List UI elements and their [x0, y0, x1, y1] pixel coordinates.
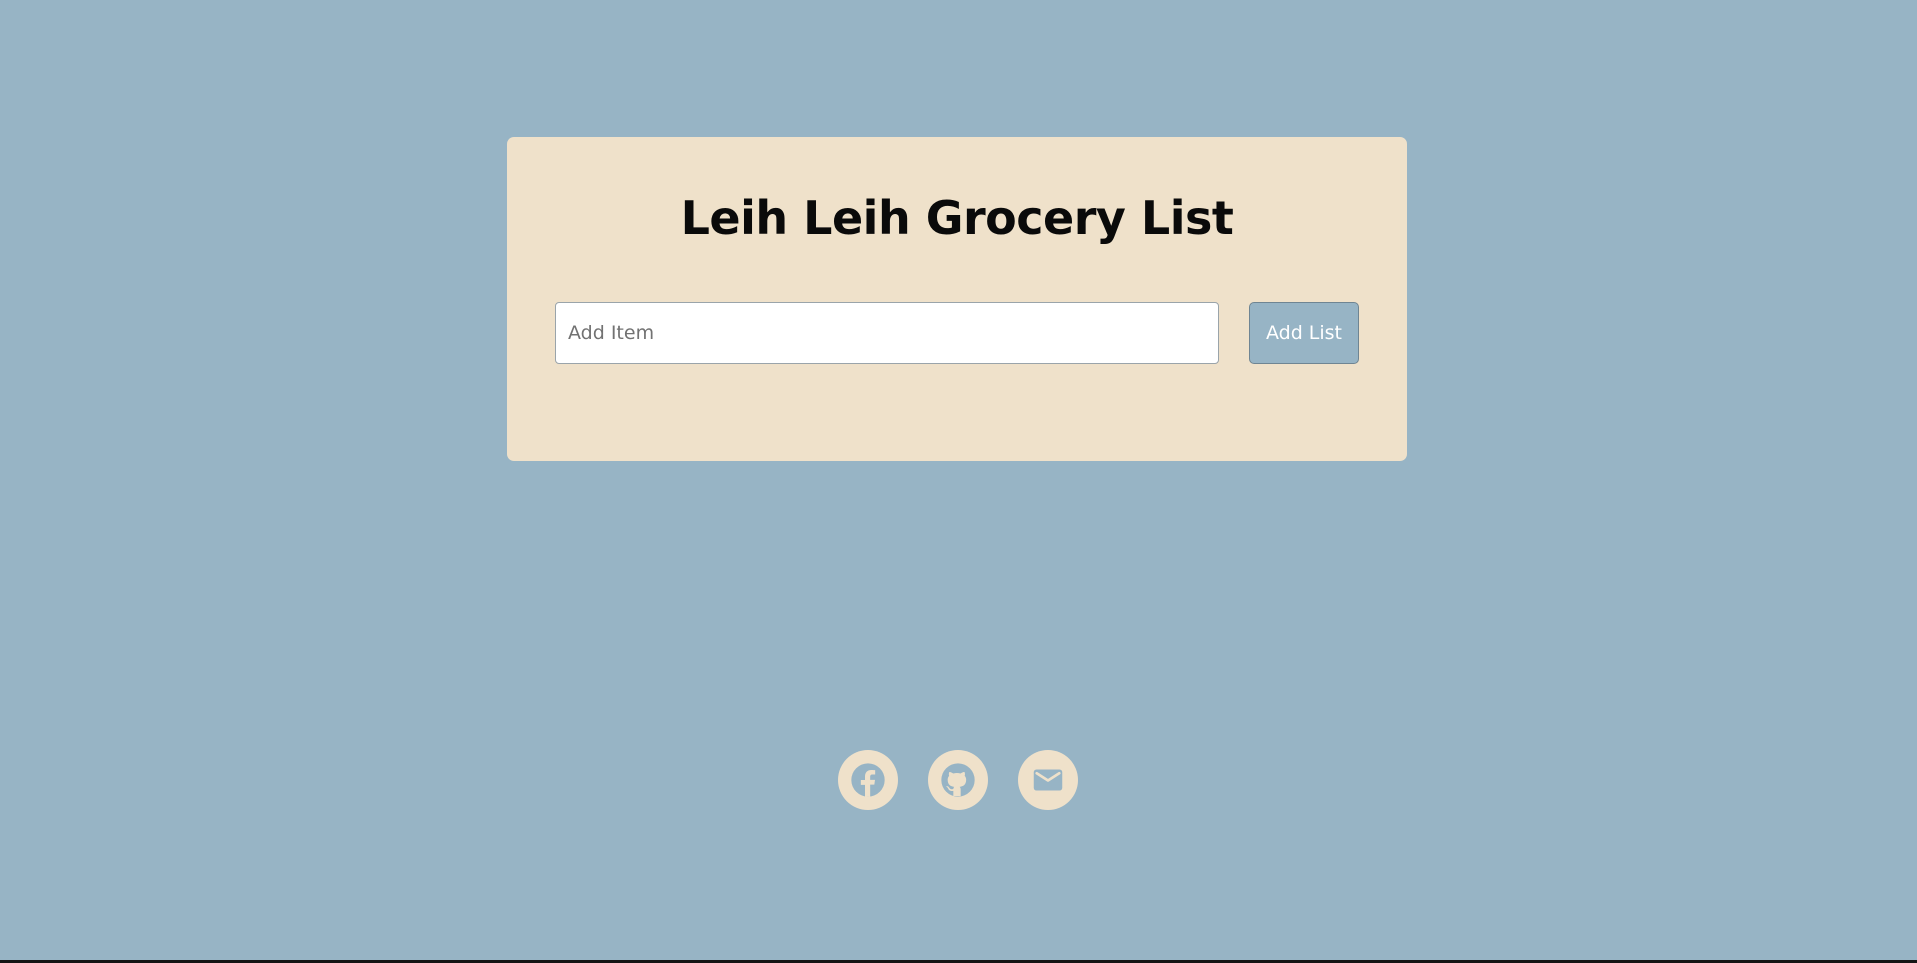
add-item-input[interactable]: [555, 302, 1219, 364]
add-list-button[interactable]: Add List: [1249, 302, 1359, 364]
facebook-link[interactable]: [838, 750, 898, 810]
facebook-icon: [851, 763, 885, 797]
github-link[interactable]: [928, 750, 988, 810]
grocery-card: Leih Leih Grocery List Add List: [507, 137, 1407, 461]
email-link[interactable]: [1018, 750, 1078, 810]
mail-icon: [1033, 769, 1063, 791]
page-title: Leih Leih Grocery List: [680, 191, 1234, 245]
social-links: [838, 750, 1078, 810]
github-icon: [941, 763, 975, 797]
